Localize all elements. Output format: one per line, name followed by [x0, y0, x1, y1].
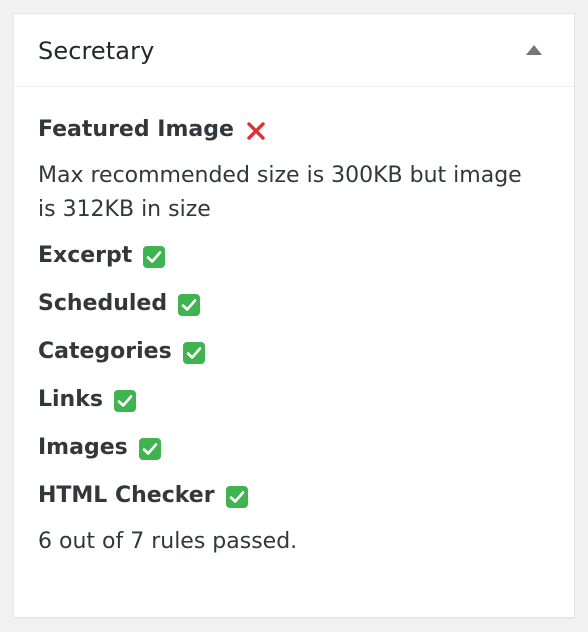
rule-name: HTML Checker	[38, 483, 215, 508]
rule-name: Excerpt	[38, 243, 133, 268]
panel-title: Secretary	[38, 37, 155, 65]
check-mark-icon	[182, 341, 206, 365]
rule-name: Categories	[38, 339, 172, 364]
secretary-panel: Secretary Featured Image Max recommended…	[13, 13, 575, 618]
check-mark-icon	[142, 245, 166, 269]
rule-name: Links	[38, 387, 103, 412]
rule-name: Featured Image	[38, 117, 234, 142]
rules-summary: 6 out of 7 rules passed.	[38, 529, 298, 554]
rule-message: Max recommended size is 300KB but image …	[38, 163, 522, 222]
rule-categories: Categories	[38, 337, 550, 367]
check-mark-icon	[113, 389, 137, 413]
rule-scheduled: Scheduled	[38, 289, 550, 319]
check-mark-icon	[177, 293, 201, 317]
check-mark-icon	[138, 437, 162, 461]
rule-featured-image: Featured Image	[38, 115, 550, 145]
panel-body: Featured Image Max recommended size is 3…	[14, 87, 574, 557]
triangle-up-icon[interactable]	[526, 45, 542, 55]
rule-html-checker: HTML Checker	[38, 481, 550, 511]
rule-links: Links	[38, 385, 550, 415]
cross-mark-icon	[244, 119, 268, 143]
rule-images: Images	[38, 433, 550, 463]
rule-name: Images	[38, 435, 128, 460]
panel-header[interactable]: Secretary	[14, 14, 574, 87]
rule-excerpt: Excerpt	[38, 241, 550, 271]
check-mark-icon	[225, 485, 249, 509]
rule-name: Scheduled	[38, 291, 168, 316]
